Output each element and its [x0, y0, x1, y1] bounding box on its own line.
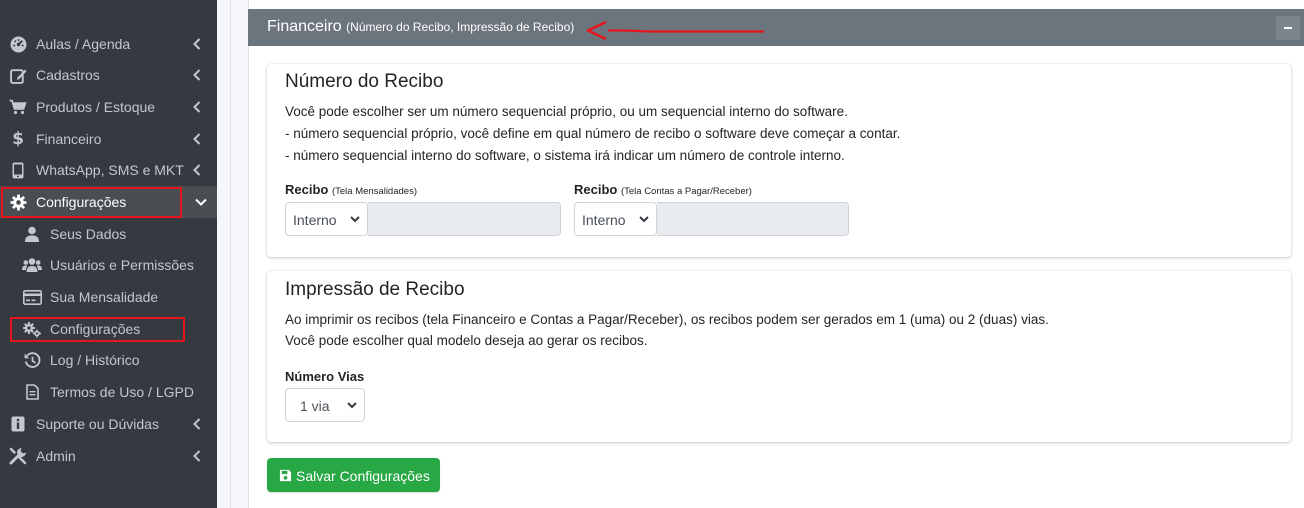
sidebar-item-label: Cadastros [36, 67, 100, 83]
numero-vias-label: Número Vias [285, 369, 364, 384]
save-button[interactable]: Salvar Configurações [267, 458, 440, 492]
dashboard-icon [8, 34, 28, 54]
sidebar-item-aulas-agenda[interactable]: Aulas / Agenda [0, 28, 217, 60]
sidebar-item-whatsapp[interactable]: WhatsApp, SMS e MKT [0, 154, 217, 186]
sidebar-item-label: Financeiro [36, 131, 102, 147]
recibo-numero-title: Número do Recibo [285, 71, 444, 92]
field-hint: (Tela Contas a Pagar/Receber) [620, 186, 752, 197]
mobile-icon [8, 160, 28, 180]
sidebar-item-label: Produtos / Estoque [36, 99, 156, 115]
sidebar-item-cadastros[interactable]: Cadastros [0, 59, 217, 91]
card-title: Financeiro (Número do Recibo, Impressão … [267, 18, 574, 36]
user-icon [22, 224, 42, 244]
sidebar: Aulas / Agenda Cadastros Produtos / Esto… [0, 0, 217, 508]
sidebar-item-label: Configurações [36, 194, 127, 210]
chevron-left-icon [191, 416, 203, 432]
numero-vias-select[interactable]: 1 via [285, 388, 365, 422]
sidebar-item-financeiro[interactable]: $ Financeiro [0, 123, 217, 155]
recibo-numero-text-1: Você pode escolher ser um número sequenc… [285, 104, 848, 119]
chevron-down-icon [639, 216, 649, 223]
recibo-numero-text-3: - número sequencial interno do software,… [285, 148, 845, 163]
sidebar-item-label: Admin [36, 448, 76, 464]
field-label-text: Recibo [574, 182, 618, 197]
sidebar-item-suporte[interactable]: Suporte ou Dúvidas [0, 408, 217, 440]
edit-icon [8, 65, 28, 85]
sidebar-subitem-mensalidade[interactable]: Sua Mensalidade [0, 281, 217, 313]
recibo-mensalidades-number-field [368, 202, 561, 236]
chevron-down-icon [195, 194, 207, 210]
sidebar-item-admin[interactable]: Admin [0, 440, 217, 472]
collapse-button[interactable] [1276, 16, 1300, 40]
recibo-contas-select[interactable]: Interno [574, 202, 657, 236]
content-gutter [217, 0, 231, 508]
minus-icon [1284, 27, 1292, 29]
file-icon [22, 382, 42, 402]
recibo-contas-label: Recibo (Tela Contas a Pagar/Receber) [574, 182, 752, 197]
sidebar-subitem-usuarios[interactable]: Usuários e Permissões [0, 249, 217, 281]
divider [230, 0, 231, 508]
dollar-icon: $ [12, 129, 24, 149]
chevron-left-icon [191, 162, 203, 178]
chevron-down-icon [347, 402, 357, 409]
select-value: Interno [293, 212, 337, 228]
recibo-mensalidades-select[interactable]: Interno [285, 202, 368, 236]
impressao-text-2: Você pode escolher qual modelo deseja ao… [285, 333, 648, 348]
impressao-text-1: Ao imprimir os recibos (tela Financeiro … [285, 312, 1049, 327]
select-value: 1 via [300, 398, 330, 414]
chevron-left-icon [191, 67, 203, 83]
sidebar-subitem-label: Sua Mensalidade [50, 289, 159, 305]
recibo-mensalidades-label: Recibo (Tela Mensalidades) [285, 182, 417, 197]
chevron-left-icon [191, 448, 203, 464]
sidebar-subitem-label: Configurações [50, 321, 141, 337]
sidebar-subitem-log[interactable]: Log / Histórico [0, 344, 217, 376]
card-header: Financeiro (Número do Recibo, Impressão … [248, 9, 1304, 46]
sidebar-item-configuracoes[interactable]: Configurações [0, 186, 217, 218]
users-icon [22, 255, 42, 275]
sidebar-item-label: Aulas / Agenda [36, 36, 131, 52]
cogs-icon [22, 319, 42, 339]
sidebar-subitem-label: Termos de Uso / LGPD [50, 384, 194, 400]
sidebar-item-label: WhatsApp, SMS e MKT [36, 162, 184, 178]
recibo-numero-panel: Número do Recibo Você pode escolher ser … [267, 64, 1291, 257]
sidebar-subitem-label: Usuários e Permissões [50, 257, 194, 273]
gear-icon [8, 192, 28, 212]
tools-icon [8, 446, 28, 466]
history-icon [22, 350, 42, 370]
recibo-contas-number-field [657, 202, 849, 236]
select-value: Interno [582, 212, 626, 228]
impressao-title: Impressão de Recibo [285, 279, 465, 300]
credit-card-icon [22, 287, 42, 307]
sidebar-subitem-label: Log / Histórico [50, 352, 140, 368]
chevron-left-icon [191, 131, 203, 147]
sidebar-item-produtos-estoque[interactable]: Produtos / Estoque [0, 91, 217, 123]
field-label-text: Número Vias [285, 369, 365, 384]
field-hint: (Tela Mensalidades) [331, 186, 417, 197]
sidebar-subitem-label: Seus Dados [50, 226, 127, 242]
chevron-left-icon [191, 99, 203, 115]
field-label-text: Recibo [285, 182, 329, 197]
info-icon [8, 414, 28, 434]
sidebar-subitem-seus-dados[interactable]: Seus Dados [0, 218, 217, 250]
chevron-down-icon [350, 216, 360, 223]
impressao-panel: Impressão de Recibo Ao imprimir os recib… [267, 271, 1291, 442]
sidebar-subitem-termos[interactable]: Termos de Uso / LGPD [0, 376, 217, 408]
save-button-label: Salvar Configurações [296, 468, 430, 484]
chevron-left-icon [191, 36, 203, 52]
floppy-disk-icon [279, 469, 292, 482]
sidebar-subitem-configuracoes[interactable]: Configurações [0, 313, 217, 345]
recibo-numero-text-2: - número sequencial próprio, você define… [285, 126, 901, 141]
sidebar-item-label: Suporte ou Dúvidas [36, 416, 159, 432]
annotation-arrow [586, 20, 764, 41]
cart-icon [8, 97, 28, 117]
card-subtitle: (Número do Recibo, Impressão de Recibo) [346, 20, 575, 34]
card-title-text: Financeiro [267, 18, 342, 35]
